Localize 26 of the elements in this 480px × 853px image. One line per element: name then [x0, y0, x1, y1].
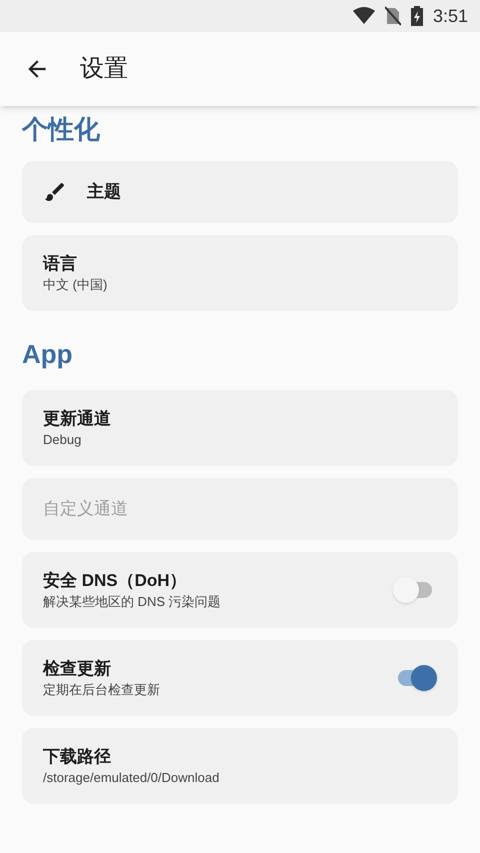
- item-title: 更新通道: [43, 408, 112, 430]
- item-subtitle: Debug: [43, 431, 82, 449]
- settings-item[interactable]: 主题: [22, 161, 458, 223]
- item-title: 自定义通道: [43, 498, 129, 520]
- battery-icon: [410, 6, 423, 26]
- item-subtitle: 中文 (中国): [43, 276, 108, 294]
- item-subtitle: 解决某些地区的 DNS 污染问题: [43, 593, 222, 611]
- item-title: 主题: [87, 181, 122, 203]
- item-title: 安全 DNS（DoH）: [43, 570, 188, 592]
- settings-item[interactable]: 检查更新 定期在后台检查更新: [22, 640, 458, 716]
- item-subtitle: /storage/emulated/0/Download: [43, 769, 220, 787]
- settings-item[interactable]: 语言 中文 (中国): [22, 235, 458, 311]
- item-subtitle: 定期在后台检查更新: [43, 681, 161, 699]
- brush-icon: [43, 180, 67, 204]
- no-sim-icon: [384, 6, 401, 26]
- settings-item[interactable]: 下载路径 /storage/emulated/0/Download: [22, 728, 458, 804]
- item-title: 检查更新: [43, 658, 112, 680]
- section-heading: 个性化: [20, 113, 101, 146]
- settings-item[interactable]: 更新通道 Debug: [22, 390, 458, 466]
- item-title: 语言: [43, 253, 78, 275]
- clock: 3:51: [432, 4, 468, 28]
- section-heading: App: [21, 338, 74, 371]
- settings-item[interactable]: 安全 DNS（DoH） 解决某些地区的 DNS 污染问题: [22, 552, 458, 628]
- item-title: 下载路径: [43, 746, 112, 768]
- page-title: 设置: [80, 54, 128, 84]
- wifi-icon: [352, 7, 375, 25]
